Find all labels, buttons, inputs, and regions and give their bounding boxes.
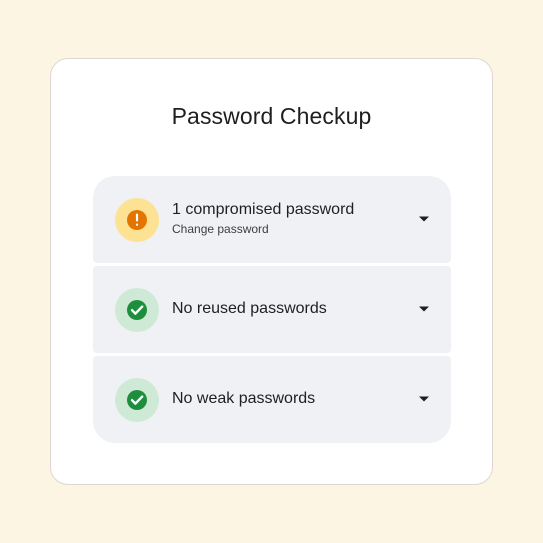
page-title: Password Checkup	[171, 103, 372, 129]
weak-passwords-row[interactable]: No weak passwords	[93, 356, 451, 443]
exclamation-icon	[135, 213, 139, 226]
check-icon	[130, 395, 144, 405]
checkup-list: 1 compromised password Change password N…	[93, 176, 451, 443]
reused-passwords-row[interactable]: No reused passwords	[93, 266, 451, 353]
item-label: No weak passwords	[172, 390, 316, 407]
compromised-passwords-row[interactable]: 1 compromised password Change password	[93, 176, 451, 263]
ok-status-badge	[115, 378, 159, 422]
ok-status-badge	[115, 288, 159, 332]
item-label: 1 compromised password	[172, 201, 355, 218]
password-checkup-card: Password Checkup 1 compromised password …	[50, 58, 493, 485]
chevron-down-icon[interactable]	[417, 394, 431, 404]
warning-status-badge	[115, 198, 159, 242]
change-password-link[interactable]: Change password	[172, 222, 269, 236]
chevron-down-icon[interactable]	[417, 214, 431, 224]
chevron-down-icon[interactable]	[417, 304, 431, 314]
check-icon	[130, 305, 144, 315]
item-label: No reused passwords	[172, 300, 327, 317]
